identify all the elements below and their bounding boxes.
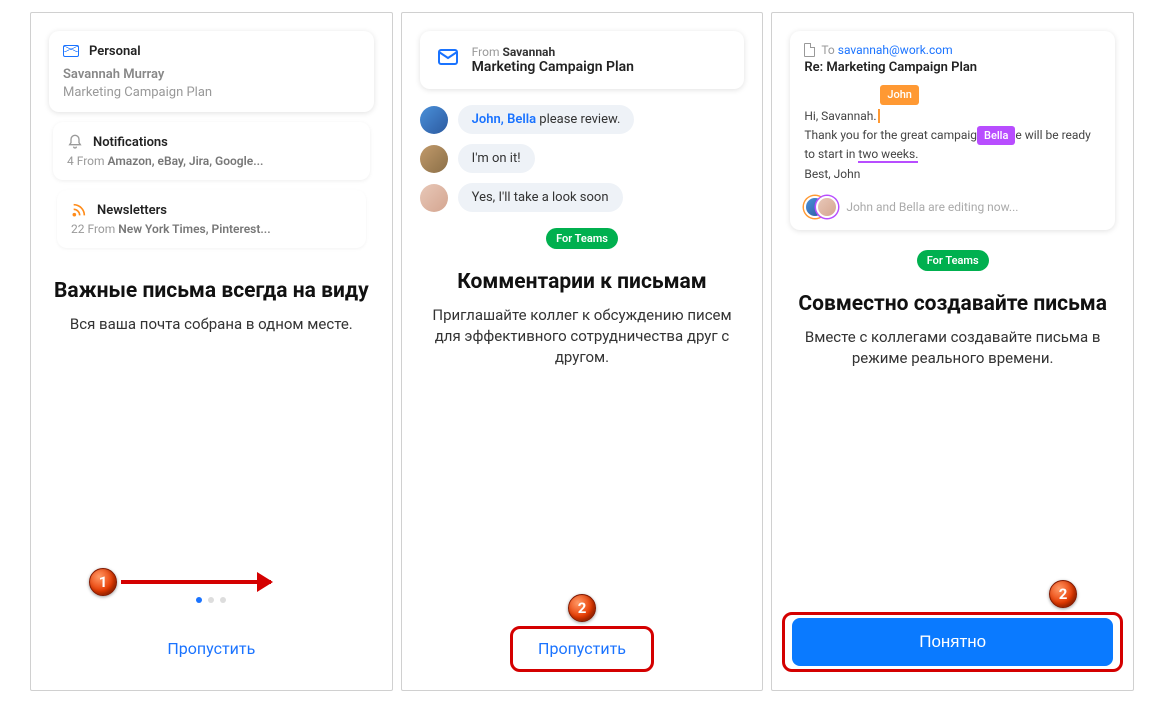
onboarding-headline: Комментарии к письмам [422,269,743,295]
mail-icon [436,45,460,73]
annotation-arrow [121,580,271,584]
inbox-card-personal: Personal Savannah Murray Marketing Campa… [49,31,374,112]
from-line: From Savannah [472,45,634,59]
onboarding-subtext: Вся ваша почта собрана в одном месте. [53,314,370,335]
got-it-button[interactable]: Понятно [792,618,1113,666]
comment-row: Yes, I'll take a look soon [420,183,745,212]
for-teams-badge: For Teams [917,250,989,271]
onboarding-headline: Совместно создавайте письма [792,291,1113,317]
bottom-controls: Пропустить 2 [402,597,763,690]
avatar [420,145,448,173]
onboarding-headline: Важные письма всегда на виду [51,278,372,304]
inbox-card-notifications: Notifications 4 From Amazon, eBay, Jira,… [53,122,370,180]
bottom-controls: Понятно 2 [772,618,1133,690]
sender-name: Savannah Murray [63,67,360,82]
comment-row: I'm on it! [420,144,745,173]
recipient-email: savannah@work.com [838,43,953,57]
onboarding-screen-3: To savannah@work.com Re: Marketing Campa… [771,12,1134,691]
dot-1 [196,597,202,603]
illustration-area: From Savannah Marketing Campaign Plan Jo… [402,13,763,249]
annotation-marker-2: 2 [1049,580,1077,608]
comment-bubble: Yes, I'll take a look soon [458,183,623,212]
onboarding-subtext: Вместе с коллегами создавайте письма в р… [794,327,1111,369]
comment-row: John, Bella please review. [420,105,745,134]
compose-preview-card: To savannah@work.com Re: Marketing Campa… [790,31,1115,230]
skip-button[interactable]: Пропустить [151,631,271,666]
category-summary: 22 From New York Times, Pinterest... [71,222,352,236]
category-label: Personal [89,44,141,59]
for-teams-badge: For Teams [546,228,618,249]
dot-3 [220,597,226,603]
to-line: To savannah@work.com [804,43,1101,57]
email-body: John Hi, Savannah. Thank you for the gre… [804,85,1101,184]
email-preview-card: From Savannah Marketing Campaign Plan [420,31,745,89]
avatar [420,106,448,134]
bell-icon [67,134,83,150]
document-icon [804,43,815,57]
onboarding-subtext: Приглашайте коллег к обсуждению писем дл… [424,305,741,368]
illustration-area: Personal Savannah Murray Marketing Campa… [31,13,392,258]
avatar [816,196,838,218]
avatar [420,184,448,212]
onboarding-screen-2: From Savannah Marketing Campaign Plan Jo… [401,12,764,691]
dot-2 [208,597,214,603]
skip-button[interactable]: Пропустить [522,631,642,666]
annotation-marker-2: 2 [568,594,596,622]
comment-bubble: John, Bella please review. [458,105,635,134]
email-subject: Marketing Campaign Plan [63,85,360,100]
user-tag-john: John [880,85,919,105]
illustration-area: To savannah@work.com Re: Marketing Campa… [772,13,1133,271]
category-label: Newsletters [97,203,167,218]
onboarding-screen-1: Personal Savannah Murray Marketing Campa… [30,12,393,691]
rss-icon [71,202,87,218]
category-summary: 4 From Amazon, eBay, Jira, Google... [67,154,356,168]
bottom-controls: Пропустить 1 [31,597,392,690]
annotation-marker-1: 1 [89,568,117,596]
mail-icon [63,43,79,59]
user-tag-bella: Bella [977,126,1015,146]
email-subject: Marketing Campaign Plan [472,59,634,75]
email-subject: Re: Marketing Campaign Plan [804,60,1101,75]
inbox-card-newsletters: Newsletters 22 From New York Times, Pint… [57,190,366,248]
category-label: Notifications [93,135,168,150]
comment-bubble: I'm on it! [458,144,535,173]
page-indicator [51,597,372,603]
editing-indicator: John and Bella are editing now... [804,196,1101,218]
avatar-stack [804,196,838,218]
